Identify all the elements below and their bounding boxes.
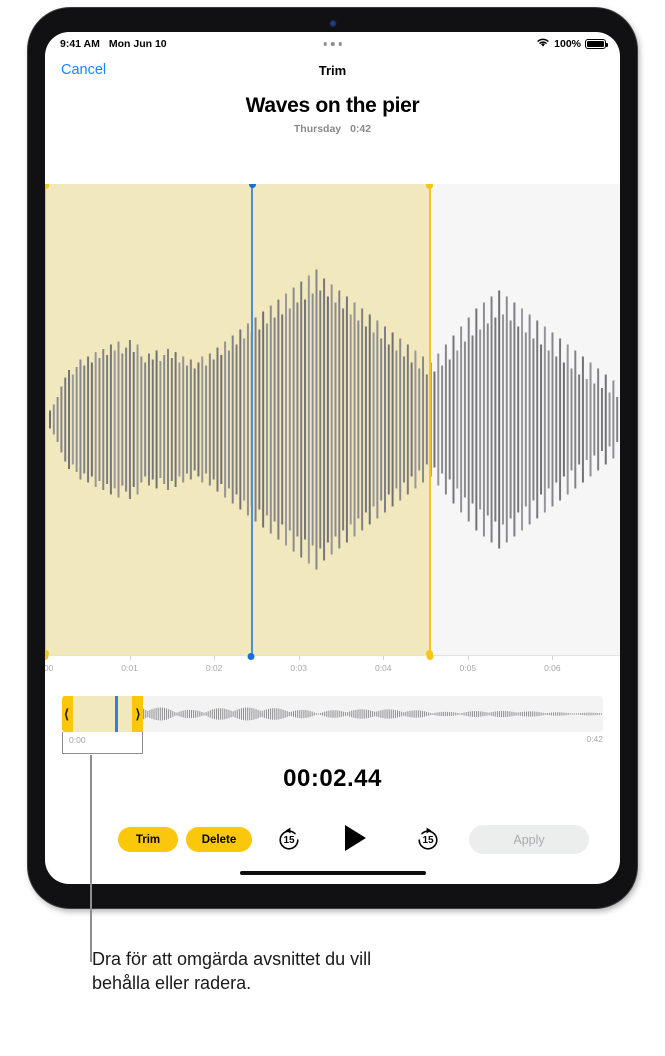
ruler-tick <box>383 656 385 660</box>
ruler-label: 0:04 <box>374 663 392 673</box>
front-camera-icon <box>329 20 336 27</box>
waveform-graphic <box>49 269 619 570</box>
ruler-tick <box>298 656 300 660</box>
ruler-label: 0:01 <box>121 663 138 673</box>
recording-duration: 0:42 <box>350 123 372 135</box>
controls-bar: Trim Delete 15 15 Apply <box>45 825 620 867</box>
ruler-label: 0:02 <box>205 663 223 673</box>
scrubber-total-duration: 0:42 <box>586 734 603 744</box>
cancel-button[interactable]: Cancel <box>61 62 106 78</box>
device-screen: 9:41 AM Mon Jun 10 100% Cancel Trim Wave… <box>45 32 620 884</box>
scrubber-start-label: 0:00 <box>69 735 86 745</box>
chevron-left-icon[interactable]: ⟨ <box>64 708 69 721</box>
ruler-label: 0:03 <box>290 663 307 673</box>
recording-subtitle: Thursday 0:42 <box>45 123 620 135</box>
recording-day: Thursday <box>293 123 342 135</box>
ruler-tick <box>214 656 216 660</box>
time-ruler: 0:00 0:01 0:02 0:03 0:04 0:05 0:06 <box>45 652 620 682</box>
skip-forward-label: 15 <box>422 834 434 846</box>
status-bar: 9:41 AM Mon Jun 10 100% <box>45 32 620 56</box>
chevron-right-icon[interactable]: ⟩ <box>136 708 141 721</box>
status-bar-left: 9:41 AM Mon Jun 10 <box>60 38 167 50</box>
caption-text: Dra för att omgärda avsnittet du vill be… <box>92 949 372 993</box>
skip-back-label: 15 <box>283 834 295 846</box>
ruler-playhead-dot <box>247 652 255 660</box>
ruler-label: 0:06 <box>544 663 561 673</box>
home-indicator <box>239 871 426 875</box>
ruler-label: 0:00 <box>45 663 54 673</box>
wifi-icon <box>536 37 550 51</box>
apply-button[interactable]: Apply <box>469 825 589 854</box>
waveform-inner <box>45 184 620 655</box>
trim-button[interactable]: Trim <box>118 827 178 852</box>
multitasking-dots-icon[interactable] <box>323 42 342 46</box>
ruler-tick <box>552 656 554 660</box>
callout-leader-line <box>90 755 92 962</box>
delete-button[interactable]: Delete <box>186 827 252 852</box>
play-icon[interactable] <box>345 825 366 851</box>
ruler-tick <box>467 656 469 660</box>
ruler-tick <box>129 656 131 660</box>
status-time: 9:41 AM <box>60 38 100 50</box>
scrubber-track[interactable]: ⟨ ⟩ <box>62 696 603 732</box>
recording-title: Waves on the pier <box>245 94 420 117</box>
scrubber-selection[interactable]: ⟨ ⟩ <box>62 696 143 732</box>
ruler-trim-dot-right <box>426 652 434 660</box>
scrubber-waveform-graphic <box>62 705 602 723</box>
playhead[interactable] <box>248 184 256 655</box>
trim-handle-left[interactable] <box>45 184 49 655</box>
ruler-trim-dot-left <box>45 652 49 660</box>
recording-header: Waves on the pier Thursday 0:42 <box>45 94 620 135</box>
page-title: Trim <box>318 63 347 78</box>
playback-timer: 00:02.44 <box>283 765 382 792</box>
waveform-panel[interactable] <box>45 184 620 655</box>
trim-handle-right[interactable] <box>426 184 434 655</box>
skip-back-15-icon[interactable]: 15 <box>275 826 303 854</box>
ruler-label: 0:05 <box>459 663 477 673</box>
skip-forward-15-icon[interactable]: 15 <box>414 826 442 854</box>
status-date: Mon Jun 10 <box>108 38 167 50</box>
navigation-bar: Cancel Trim <box>45 56 620 90</box>
ipad-device-frame: 9:41 AM Mon Jun 10 100% Cancel Trim Wave… <box>28 8 637 908</box>
scrubber-playhead[interactable] <box>115 696 119 732</box>
status-bar-right: 100% <box>536 37 609 51</box>
battery-percent: 100% <box>554 38 581 50</box>
callout-bracket: 0:00 <box>62 732 143 754</box>
battery-icon <box>585 38 609 50</box>
